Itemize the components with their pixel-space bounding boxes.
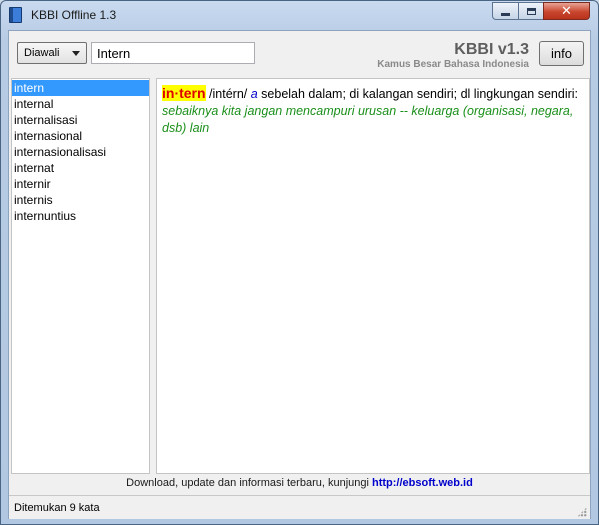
word-list-item[interactable]: internis bbox=[12, 192, 149, 208]
meaning: sebelah dalam; di kalangan sendiri; dl l… bbox=[257, 87, 579, 101]
maximize-icon bbox=[526, 7, 536, 15]
info-button[interactable]: info bbox=[539, 41, 584, 66]
word-list-item[interactable]: intern bbox=[12, 80, 149, 96]
title-bar[interactable]: KBBI Offline 1.3 ✕ bbox=[1, 1, 598, 30]
window-title: KBBI Offline 1.3 bbox=[31, 8, 117, 22]
book-icon bbox=[9, 7, 22, 23]
word-list-item[interactable]: internasional bbox=[12, 128, 149, 144]
footer-info: Download, update dan informasi terbaru, … bbox=[9, 477, 590, 489]
brand-subtitle: Kamus Besar Bahasa Indonesia bbox=[377, 59, 529, 70]
minimize-button[interactable] bbox=[492, 2, 519, 20]
resize-grip-icon[interactable] bbox=[577, 507, 587, 517]
word-list-item[interactable]: internat bbox=[12, 160, 149, 176]
pronunciation: /intérn/ bbox=[205, 87, 251, 101]
word-list-item[interactable]: internalisasi bbox=[12, 112, 149, 128]
word-list-item[interactable]: internir bbox=[12, 176, 149, 192]
footer-text: Download, update dan informasi terbaru, … bbox=[126, 477, 372, 489]
word-list[interactable]: intern internal internalisasi internasional… bbox=[11, 78, 150, 474]
minimize-icon bbox=[501, 12, 510, 16]
headword: in·tern bbox=[162, 85, 206, 101]
close-icon: ✕ bbox=[561, 3, 572, 19]
example-text: sebaiknya kita jangan mencampuri urusan … bbox=[162, 104, 574, 135]
search-mode-value: Diawali bbox=[24, 47, 60, 59]
website-link[interactable]: http://ebsoft.web.id bbox=[372, 477, 473, 489]
word-class: a bbox=[250, 87, 258, 101]
word-list-item[interactable]: internasionalisasi bbox=[12, 144, 149, 160]
maximize-button[interactable] bbox=[518, 2, 544, 20]
search-mode-select[interactable]: Diawali bbox=[17, 42, 87, 64]
search-input[interactable] bbox=[91, 42, 255, 64]
status-bar: Ditemukan 9 kata bbox=[9, 495, 590, 519]
chevron-down-icon bbox=[72, 51, 80, 56]
client-area: Diawali KBBI v1.3 Kamus Besar Bahasa Ind… bbox=[8, 30, 591, 519]
app-window: KBBI Offline 1.3 ✕ Diawali KBBI v1.3 Kam… bbox=[0, 0, 599, 525]
close-button[interactable]: ✕ bbox=[543, 2, 590, 20]
word-list-item[interactable]: internal bbox=[12, 96, 149, 112]
status-text: Ditemukan 9 kata bbox=[14, 502, 100, 514]
word-list-item[interactable]: internuntius bbox=[12, 208, 149, 224]
brand-title: KBBI v1.3 bbox=[454, 41, 529, 58]
definition-panel: in·tern /intérn/ a sebelah dalam; di kal… bbox=[156, 78, 590, 474]
